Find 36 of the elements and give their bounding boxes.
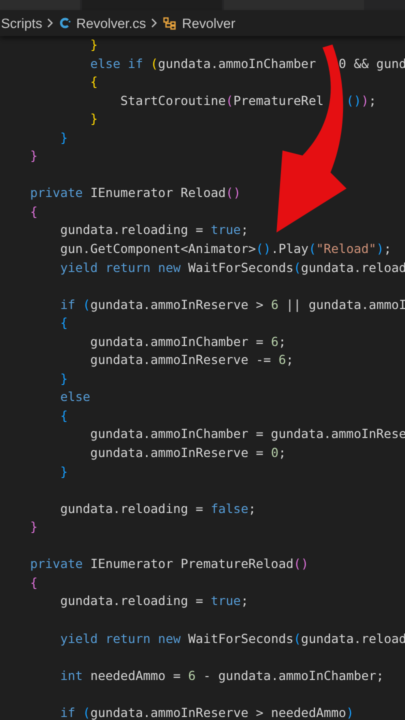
code-line: gundata.ammoInChamber = 6;	[89, 332, 286, 351]
code-line: }	[59, 462, 68, 481]
code-line: }	[59, 370, 68, 388]
code-line: gundata.ammoInReserve = 0;	[89, 444, 286, 462]
code-line: gundata.ammoInReserve -= 6;	[89, 351, 294, 370]
code-line: gundata.reloading = false;	[59, 500, 256, 518]
code-line: gundata.reloading = true;	[59, 592, 248, 610]
code-line: if (gundata.ammoInReserve > neededAmmo)	[59, 704, 354, 720]
code-line: {	[89, 73, 98, 92]
code-line: int neededAmmo = 6 - gundata.ammoInChamber;	[59, 666, 384, 685]
code-line: gun.GetComponent<Animator>().Play("Reload");	[59, 240, 392, 258]
breadcrumb-item[interactable]: Scripts	[1, 16, 42, 30]
breadcrumb-item[interactable]: Revolver	[182, 16, 236, 30]
code-line: StartCoroutine(PrematureRel ());	[119, 92, 376, 110]
csharp-file-icon	[59, 17, 72, 29]
code-line: {	[59, 314, 68, 332]
code-line: }	[89, 36, 98, 54]
breadcrumb-item[interactable]: Revolver.cs	[76, 16, 146, 30]
code-line: }	[89, 110, 98, 128]
code-line: private IEnumerator PrematureReload()	[29, 555, 309, 574]
code-line: if (gundata.ammoInReserve > 6 || gundata.ammoI	[59, 296, 405, 314]
code-line: }	[59, 128, 68, 147]
chevron-icon	[151, 18, 158, 28]
code-line: {	[59, 406, 68, 425]
code-line: {	[29, 574, 38, 592]
code-line: yield return new WaitForSeconds(gundata.reload	[59, 258, 405, 277]
chevron-icon	[47, 18, 54, 28]
code-line: {	[29, 202, 38, 221]
code-line: gundata.reloading = true;	[59, 221, 248, 240]
code-line: yield return new WaitForSeconds(gundata.reload	[59, 630, 405, 648]
code-line: else	[59, 388, 90, 406]
code-line: else if (gundata.ammoInChamber 0 && gund	[89, 54, 405, 73]
code-line: }	[29, 518, 38, 536]
class-icon	[163, 16, 178, 30]
code-line: }	[29, 147, 38, 166]
code-line: private IEnumerator Reload()	[29, 184, 241, 202]
